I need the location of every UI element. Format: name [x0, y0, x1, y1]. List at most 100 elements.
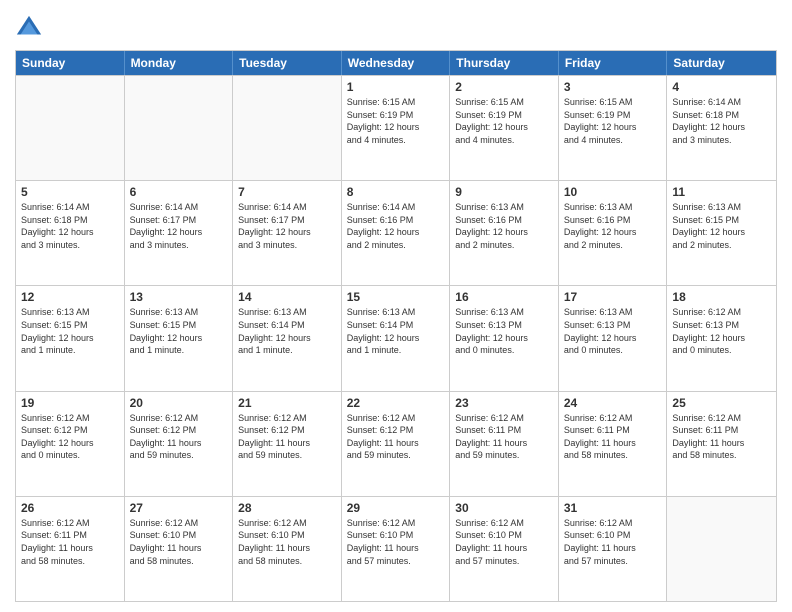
cal-cell: [233, 76, 342, 180]
cell-info: Sunrise: 6:14 AM Sunset: 6:17 PM Dayligh…: [130, 201, 228, 251]
calendar: SundayMondayTuesdayWednesdayThursdayFrid…: [15, 50, 777, 602]
cell-date: 26: [21, 501, 119, 515]
logo: [15, 14, 47, 42]
cell-date: 16: [455, 290, 553, 304]
cell-date: 23: [455, 396, 553, 410]
cal-cell: 19Sunrise: 6:12 AM Sunset: 6:12 PM Dayli…: [16, 392, 125, 496]
cell-date: 20: [130, 396, 228, 410]
cell-date: 2: [455, 80, 553, 94]
cell-info: Sunrise: 6:14 AM Sunset: 6:17 PM Dayligh…: [238, 201, 336, 251]
cell-date: 4: [672, 80, 771, 94]
cal-row-0: 1 Sunrise: 6:15 AM Sunset: 6:19 PM Daylig…: [16, 75, 776, 180]
day-header-saturday: Saturday: [667, 51, 776, 75]
cell-date: 22: [347, 396, 445, 410]
cell-info: Sunrise: 6:12 AM Sunset: 6:10 PM Dayligh…: [130, 517, 228, 567]
cal-cell: 25 Sunrise: 6:12 AM Sunset: 6:11 PM Dayli…: [667, 392, 776, 496]
cell-date: 6: [130, 185, 228, 199]
cell-date: 30: [455, 501, 553, 515]
cell-date: 21: [238, 396, 336, 410]
cal-row-3: 19 Sunrise: 6:12 AM Sunset: 6:12 PM Dayli…: [16, 391, 776, 496]
cal-cell: 21 Sunrise: 6:12 AM Sunset: 6:12 PM Dayli…: [233, 392, 342, 496]
cal-cell: 9 Sunrise: 6:13 AM Sunset: 6:16 PM Daylig…: [450, 181, 559, 285]
cell-info: Sunrise: 6:13 AM Sunset: 6:13 PM Dayligh…: [564, 306, 662, 356]
cal-cell: [125, 76, 234, 180]
cal-row-1: 5Sunrise: 6:14 AM Sunset: 6:18 PM Daylig…: [16, 180, 776, 285]
cal-row-4: 26 Sunrise: 6:12 AM Sunset: 6:11 PM Dayli…: [16, 496, 776, 601]
cal-cell: 24 Sunrise: 6:12 AM Sunset: 6:11 PM Dayli…: [559, 392, 668, 496]
cell-date: 3: [564, 80, 662, 94]
cell-info: Sunrise: 6:12 AM Sunset: 6:10 PM Dayligh…: [455, 517, 553, 567]
cal-cell: 4 Sunrise: 6:14 AM Sunset: 6:18 PM Daylig…: [667, 76, 776, 180]
cell-info: Sunrise: 6:15 AM Sunset: 6:19 PM Dayligh…: [347, 96, 445, 146]
cell-info: Sunrise: 6:13 AM Sunset: 6:14 PM Dayligh…: [347, 306, 445, 356]
cal-cell: 16Sunrise: 6:13 AM Sunset: 6:13 PM Dayli…: [450, 286, 559, 390]
day-header-monday: Monday: [125, 51, 234, 75]
cal-cell: 30 Sunrise: 6:12 AM Sunset: 6:10 PM Dayli…: [450, 497, 559, 601]
cell-date: 1: [347, 80, 445, 94]
cell-info: Sunrise: 6:14 AM Sunset: 6:18 PM Dayligh…: [672, 96, 771, 146]
cal-cell: 20Sunrise: 6:12 AM Sunset: 6:12 PM Dayli…: [125, 392, 234, 496]
cell-date: 13: [130, 290, 228, 304]
cell-info: Sunrise: 6:12 AM Sunset: 6:11 PM Dayligh…: [564, 412, 662, 462]
page-container: SundayMondayTuesdayWednesdayThursdayFrid…: [0, 0, 792, 612]
cell-info: Sunrise: 6:13 AM Sunset: 6:15 PM Dayligh…: [21, 306, 119, 356]
cell-date: 5: [21, 185, 119, 199]
cell-date: 17: [564, 290, 662, 304]
header: [15, 10, 777, 42]
cell-info: Sunrise: 6:12 AM Sunset: 6:11 PM Dayligh…: [455, 412, 553, 462]
cal-cell: 26 Sunrise: 6:12 AM Sunset: 6:11 PM Dayli…: [16, 497, 125, 601]
cell-info: Sunrise: 6:12 AM Sunset: 6:12 PM Dayligh…: [347, 412, 445, 462]
cal-cell: 12Sunrise: 6:13 AM Sunset: 6:15 PM Dayli…: [16, 286, 125, 390]
cal-cell: 3 Sunrise: 6:15 AM Sunset: 6:19 PM Daylig…: [559, 76, 668, 180]
cell-info: Sunrise: 6:13 AM Sunset: 6:14 PM Dayligh…: [238, 306, 336, 356]
cell-info: Sunrise: 6:14 AM Sunset: 6:16 PM Dayligh…: [347, 201, 445, 251]
cal-cell: 31 Sunrise: 6:12 AM Sunset: 6:10 PM Dayli…: [559, 497, 668, 601]
cal-cell: 18Sunrise: 6:12 AM Sunset: 6:13 PM Dayli…: [667, 286, 776, 390]
cal-row-2: 12Sunrise: 6:13 AM Sunset: 6:15 PM Dayli…: [16, 285, 776, 390]
calendar-header: SundayMondayTuesdayWednesdayThursdayFrid…: [16, 51, 776, 75]
day-header-sunday: Sunday: [16, 51, 125, 75]
cal-cell: 28 Sunrise: 6:12 AM Sunset: 6:10 PM Dayli…: [233, 497, 342, 601]
cell-info: Sunrise: 6:12 AM Sunset: 6:13 PM Dayligh…: [672, 306, 771, 356]
cell-info: Sunrise: 6:12 AM Sunset: 6:10 PM Dayligh…: [238, 517, 336, 567]
cal-cell: 23 Sunrise: 6:12 AM Sunset: 6:11 PM Dayli…: [450, 392, 559, 496]
cell-info: Sunrise: 6:15 AM Sunset: 6:19 PM Dayligh…: [564, 96, 662, 146]
cal-cell: [16, 76, 125, 180]
cell-date: 28: [238, 501, 336, 515]
cell-date: 24: [564, 396, 662, 410]
cell-date: 9: [455, 185, 553, 199]
cell-info: Sunrise: 6:15 AM Sunset: 6:19 PM Dayligh…: [455, 96, 553, 146]
cal-cell: 7 Sunrise: 6:14 AM Sunset: 6:17 PM Daylig…: [233, 181, 342, 285]
cell-info: Sunrise: 6:13 AM Sunset: 6:16 PM Dayligh…: [564, 201, 662, 251]
cell-date: 31: [564, 501, 662, 515]
cell-date: 19: [21, 396, 119, 410]
day-header-friday: Friday: [559, 51, 668, 75]
cell-info: Sunrise: 6:12 AM Sunset: 6:12 PM Dayligh…: [238, 412, 336, 462]
cal-cell: 1 Sunrise: 6:15 AM Sunset: 6:19 PM Daylig…: [342, 76, 451, 180]
cal-cell: 13 Sunrise: 6:13 AM Sunset: 6:15 PM Dayli…: [125, 286, 234, 390]
cal-cell: 27 Sunrise: 6:12 AM Sunset: 6:10 PM Dayli…: [125, 497, 234, 601]
cell-info: Sunrise: 6:12 AM Sunset: 6:11 PM Dayligh…: [21, 517, 119, 567]
cell-date: 15: [347, 290, 445, 304]
day-header-tuesday: Tuesday: [233, 51, 342, 75]
cell-info: Sunrise: 6:13 AM Sunset: 6:16 PM Dayligh…: [455, 201, 553, 251]
cell-date: 10: [564, 185, 662, 199]
cal-cell: [667, 497, 776, 601]
cal-cell: 22 Sunrise: 6:12 AM Sunset: 6:12 PM Dayli…: [342, 392, 451, 496]
logo-icon: [15, 14, 43, 42]
cal-cell: 6 Sunrise: 6:14 AM Sunset: 6:17 PM Daylig…: [125, 181, 234, 285]
cell-date: 7: [238, 185, 336, 199]
cell-date: 27: [130, 501, 228, 515]
cell-date: 14: [238, 290, 336, 304]
cell-info: Sunrise: 6:13 AM Sunset: 6:15 PM Dayligh…: [672, 201, 771, 251]
cal-cell: 10 Sunrise: 6:13 AM Sunset: 6:16 PM Dayli…: [559, 181, 668, 285]
day-header-thursday: Thursday: [450, 51, 559, 75]
cell-date: 25: [672, 396, 771, 410]
cell-info: Sunrise: 6:13 AM Sunset: 6:15 PM Dayligh…: [130, 306, 228, 356]
cal-cell: 2 Sunrise: 6:15 AM Sunset: 6:19 PM Daylig…: [450, 76, 559, 180]
cal-cell: 29Sunrise: 6:12 AM Sunset: 6:10 PM Dayli…: [342, 497, 451, 601]
cal-cell: 14 Sunrise: 6:13 AM Sunset: 6:14 PM Dayli…: [233, 286, 342, 390]
cell-info: Sunrise: 6:12 AM Sunset: 6:11 PM Dayligh…: [672, 412, 771, 462]
cell-info: Sunrise: 6:12 AM Sunset: 6:10 PM Dayligh…: [564, 517, 662, 567]
cell-date: 11: [672, 185, 771, 199]
